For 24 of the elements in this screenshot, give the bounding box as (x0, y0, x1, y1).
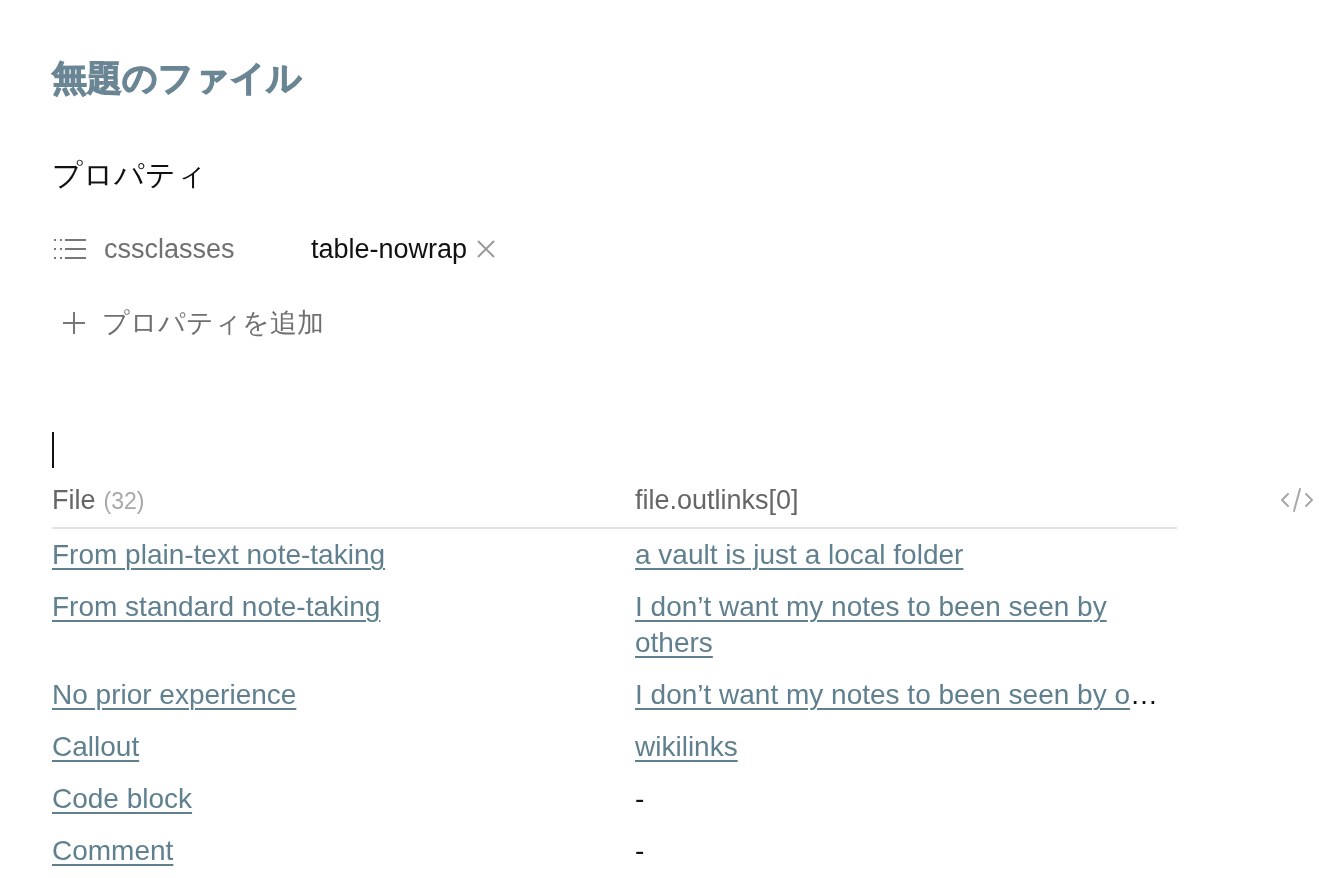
properties-heading[interactable]: プロパティ (52, 155, 207, 195)
note-link[interactable]: Comment (52, 833, 174, 869)
plus-icon (62, 311, 86, 335)
note-link[interactable]: a vault is just a local folder (635, 537, 964, 573)
note-link[interactable]: I don’t want my notes to been seen by o… (635, 677, 1158, 713)
note-link[interactable]: I don’t want my notes to been seen by others (635, 589, 1177, 661)
property-key[interactable]: cssclasses (104, 231, 235, 267)
list-icon[interactable] (54, 237, 86, 261)
code-icon[interactable] (1280, 488, 1314, 512)
column-header: file.outlinks[0] (635, 485, 799, 515)
note-link[interactable]: From plain-text note-taking (52, 537, 386, 573)
note-link[interactable]: Callout (52, 729, 140, 765)
note-link[interactable]: Code block (52, 781, 193, 817)
add-property-button[interactable]: プロパティを追加 (52, 303, 324, 343)
note-link[interactable]: No prior experience (52, 677, 297, 713)
property-value[interactable]: table-nowrap (311, 231, 468, 267)
note-title[interactable]: 無題のファイル (52, 57, 302, 99)
close-icon[interactable] (477, 240, 496, 258)
column-header: File (52, 485, 96, 515)
note-link[interactable]: From standard note-taking (52, 589, 381, 625)
empty-value: - (635, 835, 645, 866)
row-count: (32) (103, 488, 145, 514)
note-link[interactable]: wikilinks (635, 729, 738, 765)
empty-value: - (635, 783, 645, 814)
